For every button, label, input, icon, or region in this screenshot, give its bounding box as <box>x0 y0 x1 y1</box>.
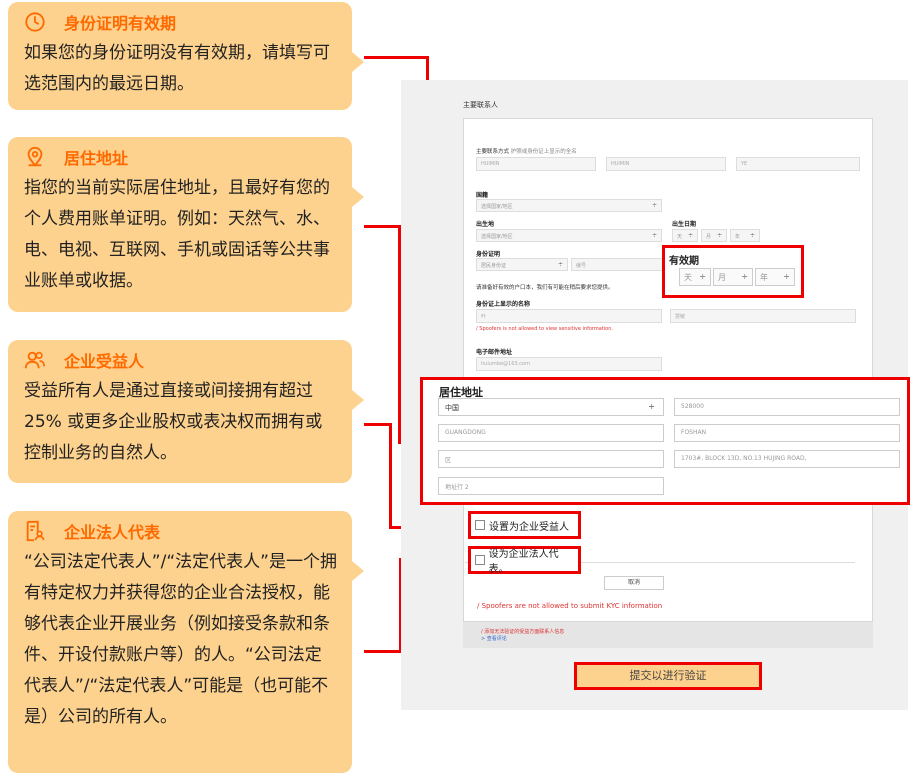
last-name-field[interactable]: YE <box>736 157 860 171</box>
dob-year-select[interactable]: 年 <box>730 229 760 242</box>
spoof-warning: / Spoofers are not allowed to submit KYC… <box>477 602 663 610</box>
card-title: 企业法人代表 <box>64 523 161 542</box>
id-label: 身份证明 <box>476 251 501 258</box>
connector-line <box>389 423 392 528</box>
beneficiary-label: 设置为企业受益人 <box>489 521 569 533</box>
birthplace-select[interactable]: 选择国家/地区 <box>476 229 662 242</box>
street-field[interactable]: 1703#, BLOCK 13D, NO.13 HUJING ROAD, <box>674 450 900 468</box>
upload-hint: 请准备好有效的户口本，我们有可能在稍后要求您提供。 <box>476 285 614 291</box>
city-field[interactable]: FOSHAN <box>674 424 900 442</box>
beneficiary-info-card: 企业受益人 受益所有人是通过直接或间接拥有超过 25% 或更多企业股权或表决权而… <box>8 340 364 483</box>
id-number-field[interactable]: 编号 <box>571 258 663 271</box>
expiry-info-card: 身份证明有效期 如果您的身份证明没有有效期，请填写可选范围内的最远日期。 <box>8 2 364 110</box>
id-type-select[interactable]: 居民身份证 <box>476 258 568 271</box>
connector-line <box>364 225 400 228</box>
nationality-label: 国籍 <box>476 192 489 199</box>
connector-line <box>364 423 392 426</box>
card-title: 企业受益人 <box>64 352 145 371</box>
postcode-field[interactable]: 528000 <box>674 398 900 416</box>
legal-rep-checkbox[interactable] <box>475 555 485 565</box>
clock-icon <box>25 12 45 32</box>
expiry-day-select[interactable]: 天 <box>679 268 711 286</box>
expiry-month-select[interactable]: 月 <box>713 268 753 286</box>
id-given-name-field[interactable]: 慧敏 <box>670 309 856 323</box>
address-info-card: 居住地址 指您的当前实际居住地址，且最好有您的个人费用账单证明。例如：天然气、水… <box>8 137 364 312</box>
card-body: 受益所有人是通过直接或间接拥有超过 25% 或更多企业股权或表决权而拥有或控制业… <box>24 381 323 463</box>
address-line2-field[interactable]: 地址行 2 <box>438 477 664 495</box>
email-field[interactable]: huiumbe@163.com <box>476 357 662 371</box>
expiry-date-highlight: 有效期 天 月 年 <box>662 245 804 298</box>
view-comments-link[interactable]: > 查看评论 <box>481 635 507 642</box>
district-field[interactable]: 区 <box>438 450 664 468</box>
card-title: 居住地址 <box>64 149 129 168</box>
country-select[interactable]: 中国 <box>438 398 664 416</box>
beneficiary-checkbox[interactable] <box>475 520 485 530</box>
connector-line <box>364 650 402 653</box>
address-highlight: 居住地址 中国 528000 GUANGDONG FOSHAN 区 1703#,… <box>420 377 910 505</box>
legal-rep-label: 设为企业法人代表。 <box>488 549 559 575</box>
id-name-label: 身份证上显示的名称 <box>476 301 531 308</box>
card-title: 身份证明有效期 <box>64 14 177 33</box>
card-body: “公司法定代表人”/“法定代表人”是一个拥有特定权力并获得您的企业合法授权，能够… <box>24 552 337 727</box>
legal-rep-info-card: 企业法人代表 “公司法定代表人”/“法定代表人”是一个拥有特定权力并获得您的企业… <box>8 511 364 773</box>
dob-day-select[interactable]: 天 <box>672 229 698 242</box>
expiry-year-select[interactable]: 年 <box>755 268 795 286</box>
cancel-button[interactable]: 取消 <box>604 576 664 590</box>
card-body: 指您的当前实际居住地址，且最好有您的个人费用账单证明。例如：天然气、水、电、电视… <box>24 178 330 291</box>
birthplace-label: 出生地 <box>476 221 495 228</box>
legal-rep-checkbox-highlight[interactable]: 设为企业法人代表。 <box>468 546 581 575</box>
card-body: 如果您的身份证明没有有效期，请填写可选范围内的最远日期。 <box>24 43 330 94</box>
province-field[interactable]: GUANGDONG <box>438 424 664 442</box>
expiry-title: 有效期 <box>669 256 699 267</box>
spoof-note: / Spoofers is not allowed to view sensit… <box>476 326 614 332</box>
nationality-select[interactable]: 选择国家/地区 <box>476 199 662 212</box>
id-surname-field[interactable]: 叶 <box>476 309 662 323</box>
warning-bar: / 添加无法验证的受益方面联系人信息 > 查看评论 <box>463 622 873 648</box>
form-heading: 主要联系人 <box>463 101 498 109</box>
bar-warning: / 添加无法验证的受益方面联系人信息 <box>481 629 565 635</box>
dob-month-select[interactable]: 月 <box>701 229 727 242</box>
users-icon <box>24 351 45 369</box>
middle-name-field[interactable]: HUIMIN <box>606 157 726 171</box>
email-label: 电子邮件地址 <box>476 349 513 356</box>
dob-label: 出生日期 <box>672 221 697 228</box>
beneficiary-checkbox-highlight[interactable]: 设置为企业受益人 <box>468 511 581 539</box>
submit-verification-button[interactable]: 提交以进行验证 <box>574 662 762 690</box>
first-name-field[interactable]: HUIMIN <box>476 157 596 171</box>
contact-label: 主要联系方式 护照或身份证上显示的全名 <box>476 149 577 155</box>
location-pin-icon <box>27 146 43 167</box>
document-person-icon <box>26 520 45 542</box>
connector-line <box>364 56 428 59</box>
